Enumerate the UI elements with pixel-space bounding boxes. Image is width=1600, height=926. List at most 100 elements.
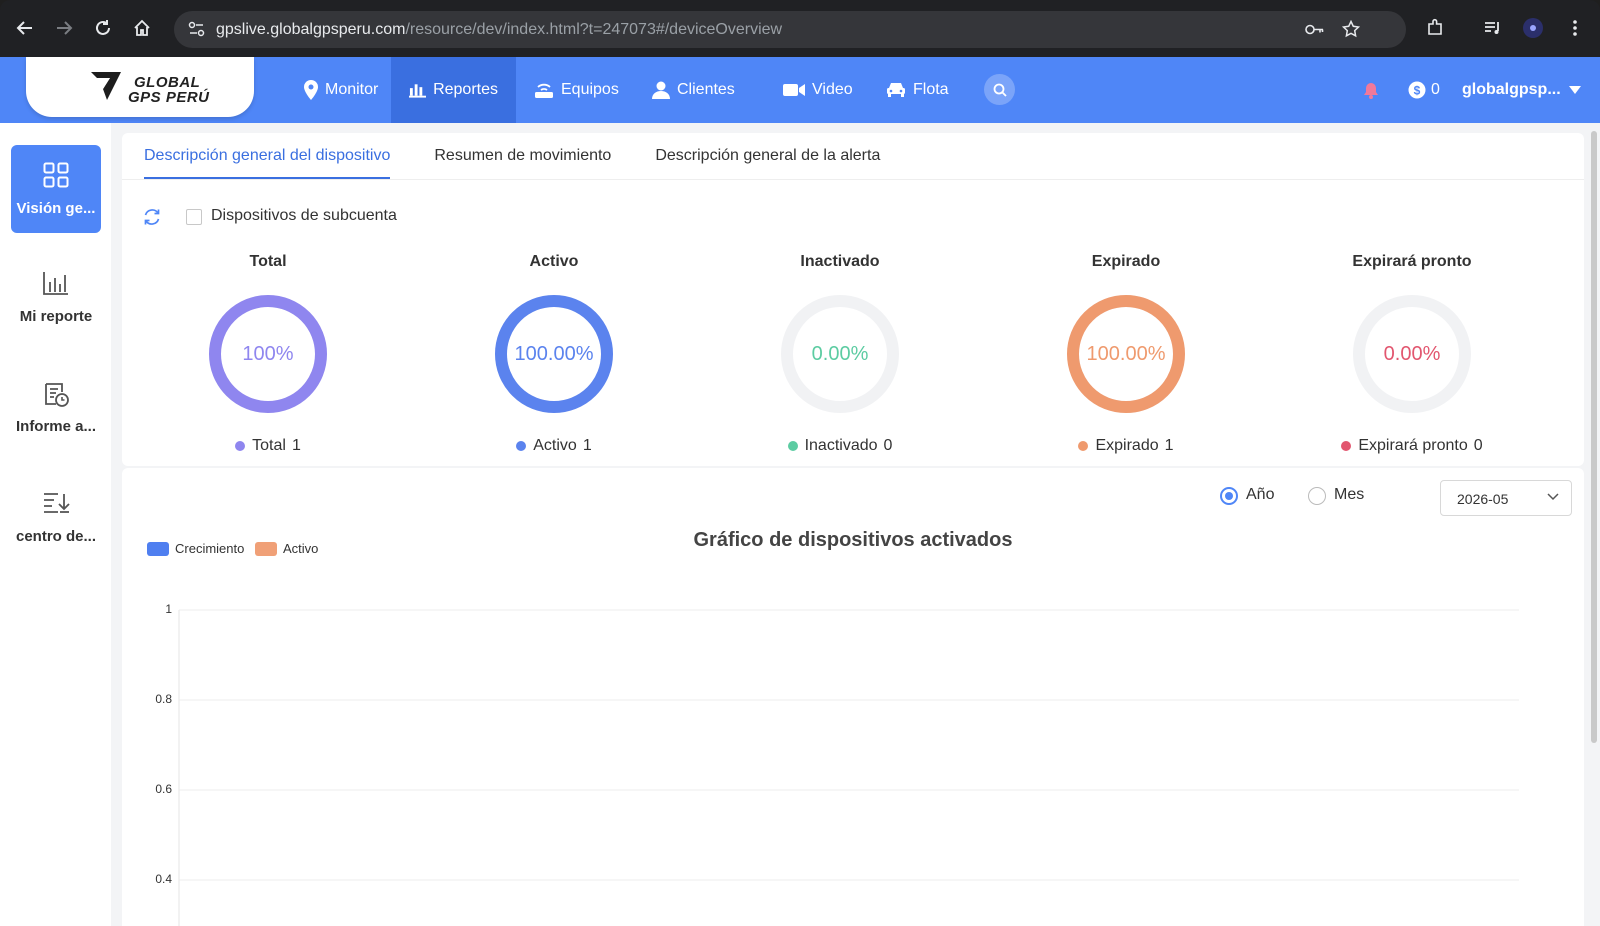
stat-legend-label: Activo bbox=[533, 437, 577, 454]
stat-count: 0 bbox=[883, 437, 893, 454]
stat-title: Total bbox=[249, 253, 287, 270]
grid-icon bbox=[43, 162, 69, 188]
key-icon[interactable] bbox=[1304, 21, 1324, 43]
stat-legend-label: Expirado bbox=[1095, 437, 1159, 454]
browser-menu-icon[interactable] bbox=[1563, 16, 1587, 40]
user-menu[interactable]: globalgpsp... bbox=[1462, 57, 1581, 123]
sidebar-item-overview[interactable]: Visión ge... bbox=[11, 145, 101, 233]
sidebar-item-scheduled-report[interactable]: Informe a... bbox=[11, 363, 101, 451]
car-icon bbox=[887, 83, 905, 97]
stat-percent: 100% bbox=[242, 343, 294, 365]
stat-title: Expirado bbox=[1091, 253, 1161, 270]
browser-toolbar: gpslive.globalgpsperu.com/resource/dev/i… bbox=[0, 0, 1600, 57]
stat-legend: Expirado 1 bbox=[980, 437, 1272, 455]
page-scrollbar[interactable] bbox=[1588, 123, 1600, 926]
logo-mark-icon bbox=[91, 72, 121, 100]
stat-ring: 0.00% bbox=[779, 293, 901, 415]
legend-dot bbox=[1341, 441, 1352, 451]
stat-ring: 0.00% bbox=[1351, 293, 1473, 415]
media-queue-icon[interactable] bbox=[1481, 16, 1505, 40]
legend-dot bbox=[516, 441, 527, 451]
stat-card-1: Activo 100.00% Activo 1 bbox=[408, 253, 700, 455]
bell-icon bbox=[1364, 82, 1378, 99]
tab-device-overview[interactable]: Descripción general del dispositivo bbox=[144, 133, 391, 179]
logo[interactable]: GLOBAL GPS PERÚ bbox=[26, 57, 254, 117]
stat-title: Expirará pronto bbox=[1352, 253, 1472, 270]
stat-legend: Expirará pronto 0 bbox=[1266, 437, 1558, 455]
nav-reportes[interactable]: Reportes bbox=[391, 57, 516, 123]
address-bar[interactable]: gpslive.globalgpsperu.com/resource/dev/i… bbox=[174, 11, 1406, 48]
home-icon[interactable] bbox=[130, 16, 154, 40]
subaccount-checkbox[interactable] bbox=[186, 209, 202, 225]
logo-text: GLOBAL GPS PERÚ bbox=[128, 74, 210, 106]
svg-text:$: $ bbox=[1414, 84, 1421, 98]
stat-title: Activo bbox=[529, 253, 579, 270]
stat-count: 1 bbox=[291, 437, 301, 454]
video-camera-icon bbox=[783, 84, 805, 96]
nav-equipos[interactable]: Equipos bbox=[516, 57, 637, 123]
user-icon bbox=[652, 81, 670, 99]
router-icon bbox=[535, 83, 553, 98]
reload-icon[interactable] bbox=[91, 16, 115, 40]
scrollbar-thumb[interactable] bbox=[1591, 131, 1597, 743]
stat-legend: Inactivado 0 bbox=[694, 437, 986, 455]
chart-plot bbox=[178, 609, 1519, 926]
stat-card-2: Inactivado 0.00% Inactivado 0 bbox=[694, 253, 986, 455]
notification-bell[interactable] bbox=[1363, 57, 1379, 123]
stat-ring: 100% bbox=[207, 293, 329, 415]
sidebar: Visión ge... Mi reporte Informe a... cen… bbox=[0, 123, 111, 926]
sidebar-item-download-center[interactable]: centro de... bbox=[11, 473, 101, 561]
chart-panel: Año Mes 2026-05 Crecimiento Activo Gráfi… bbox=[122, 468, 1584, 926]
search-button[interactable] bbox=[984, 74, 1015, 105]
stat-legend-label: Total bbox=[252, 437, 286, 454]
profile-avatar-icon[interactable] bbox=[1521, 16, 1545, 40]
bar-chart-icon bbox=[409, 84, 427, 98]
extensions-icon[interactable] bbox=[1423, 16, 1447, 40]
stat-ring: 100.00% bbox=[493, 293, 615, 415]
tab-bar: Descripción general del dispositivo Resu… bbox=[144, 133, 924, 179]
app-header: GLOBAL GPS PERÚ Monitor Reportes Equipos… bbox=[0, 57, 1600, 123]
app-body: Visión ge... Mi reporte Informe a... cen… bbox=[0, 123, 1600, 926]
stat-percent: 0.00% bbox=[811, 343, 869, 365]
stat-card-4: Expirará pronto 0.00% Expirará pronto 0 bbox=[1266, 253, 1558, 455]
refresh-icon bbox=[144, 209, 160, 225]
y-tick-label: 0.4 bbox=[155, 872, 172, 886]
forward-arrow-icon[interactable] bbox=[52, 16, 76, 40]
device-overview-panel: Descripción general del dispositivo Resu… bbox=[122, 133, 1584, 466]
coin-icon: $ bbox=[1408, 81, 1426, 99]
report-clock-icon bbox=[45, 383, 69, 407]
stat-count: 0 bbox=[1473, 437, 1483, 454]
stat-title: Inactivado bbox=[800, 253, 880, 270]
tabs-divider bbox=[122, 179, 1584, 180]
stat-legend-label: Inactivado bbox=[804, 437, 878, 454]
tab-movement-summary[interactable]: Resumen de movimiento bbox=[434, 133, 611, 179]
bar-chart-icon bbox=[43, 272, 68, 295]
url-text: gpslive.globalgpsperu.com/resource/dev/i… bbox=[216, 21, 783, 38]
download-list-icon bbox=[44, 493, 70, 513]
stat-ring: 100.00% bbox=[1065, 293, 1187, 415]
search-icon bbox=[993, 83, 1007, 97]
caret-down-icon bbox=[1568, 86, 1581, 94]
back-arrow-icon[interactable] bbox=[13, 16, 37, 40]
stat-card-0: Total 100% Total 1 bbox=[122, 253, 414, 455]
site-settings-icon[interactable] bbox=[188, 21, 205, 43]
balance-display[interactable]: $ 0 bbox=[1408, 57, 1440, 123]
tab-alert-overview[interactable]: Descripción general de la alerta bbox=[655, 133, 880, 179]
sidebar-item-my-report[interactable]: Mi reporte bbox=[11, 253, 101, 341]
stat-legend: Total 1 bbox=[122, 437, 414, 455]
nav-video[interactable]: Video bbox=[765, 57, 871, 123]
stat-percent: 0.00% bbox=[1383, 343, 1441, 365]
refresh-button[interactable] bbox=[142, 207, 162, 232]
legend-dot bbox=[235, 441, 246, 451]
nav-clientes[interactable]: Clientes bbox=[634, 57, 753, 123]
nav-flota[interactable]: Flota bbox=[868, 57, 967, 123]
stat-legend: Activo 1 bbox=[408, 437, 700, 455]
y-tick-label: 0.8 bbox=[155, 692, 172, 706]
stat-card-3: Expirado 100.00% Expirado 1 bbox=[980, 253, 1272, 455]
location-pin-icon bbox=[304, 80, 318, 100]
bookmark-star-icon[interactable] bbox=[1341, 19, 1361, 43]
y-tick-label: 0.6 bbox=[155, 782, 172, 796]
stat-legend-label: Expirará pronto bbox=[1358, 437, 1468, 454]
nav-monitor[interactable]: Monitor bbox=[286, 57, 396, 123]
legend-dot bbox=[1078, 441, 1089, 451]
